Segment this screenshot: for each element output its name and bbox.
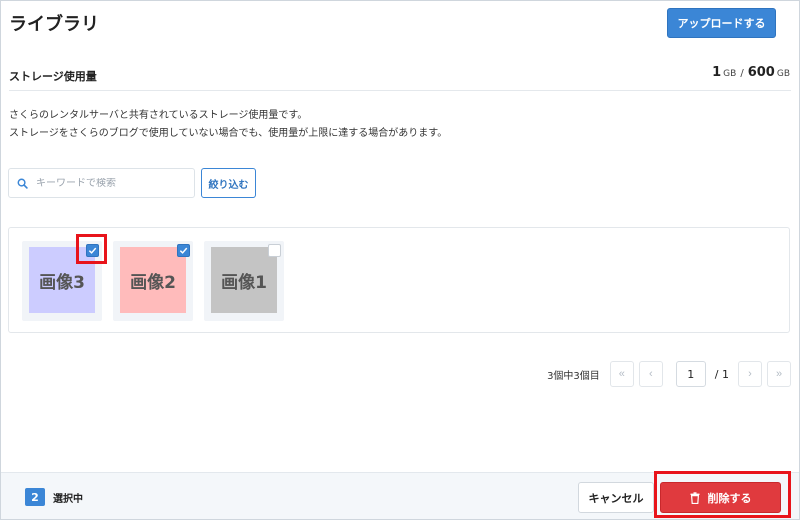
divider (9, 90, 791, 91)
storage-total-value: 600 (747, 65, 775, 80)
storage-description: さくらのレンタルサーバと共有されているストレージ使用量です。 ストレージをさくら… (9, 107, 447, 143)
description-line-2: ストレージをさくらのブログで使用していない場合でも、使用量が上限に達する場合があ… (9, 128, 448, 139)
check-icon (179, 247, 188, 254)
checkbox-highlight (76, 234, 107, 264)
selected-count-badge: 2 (25, 488, 45, 506)
cancel-button[interactable]: キャンセル (578, 482, 654, 513)
image-label: 画像1 (221, 272, 267, 293)
storage-label: ストレージ使用量 (9, 70, 97, 83)
storage-usage: 1 GB / 600 GB (712, 65, 790, 80)
selected-label: 選択中 (53, 494, 83, 505)
image-gallery: 画像3 画像2 画像1 (8, 227, 790, 333)
prev-page-button[interactable]: ‹ (638, 361, 663, 387)
description-line-1: さくらのレンタルサーバと共有されているストレージ使用量です。 (9, 110, 308, 121)
search-input[interactable] (36, 177, 176, 189)
next-page-button[interactable]: › (738, 361, 762, 387)
first-page-button[interactable]: « (609, 361, 634, 387)
storage-separator: / (740, 68, 744, 79)
delete-highlight (654, 471, 791, 518)
filter-button[interactable]: 絞り込む (201, 168, 256, 198)
page-total: / 1 (714, 367, 729, 381)
search-icon (17, 178, 28, 189)
page-input[interactable]: 1 (675, 361, 706, 387)
image-thumbnail[interactable]: 画像1 (211, 247, 277, 313)
select-checkbox[interactable] (177, 244, 190, 257)
gallery-item-image2[interactable]: 画像2 (113, 241, 193, 321)
image-label: 画像3 (39, 272, 85, 293)
storage-used-value: 1 (712, 65, 722, 80)
upload-button[interactable]: アップロードする (667, 8, 776, 38)
image-label: 画像2 (130, 272, 176, 293)
last-page-button[interactable]: » (767, 361, 791, 387)
storage-total-unit: GB (776, 69, 790, 79)
search-box[interactable] (8, 168, 195, 198)
page-title: ライブラリ (9, 14, 99, 35)
pagination-count: 3個中3個目 (547, 370, 600, 382)
storage-used-unit: GB (723, 69, 737, 79)
image-thumbnail[interactable]: 画像2 (120, 247, 186, 313)
pagination: 3個中3個目 « ‹ 1 / 1 › » (547, 361, 791, 387)
select-checkbox[interactable] (268, 244, 281, 257)
gallery-item-image1[interactable]: 画像1 (204, 241, 284, 321)
